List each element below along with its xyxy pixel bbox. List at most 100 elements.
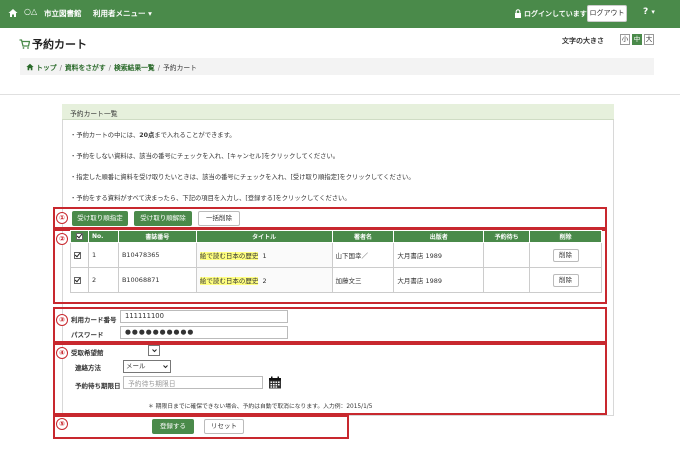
pickup-library-label: 受取希望館: [71, 349, 104, 357]
col-author: 著者名: [331, 230, 395, 243]
row-select-cell: [70, 242, 89, 268]
table-header: No. 書誌番号 タイトル 著者名 出版者 予約待ち 削除: [70, 230, 602, 243]
cart-icon: [19, 39, 30, 49]
row-select-cell: [70, 267, 89, 293]
font-size-medium[interactable]: 中: [632, 34, 642, 45]
divider: [0, 94, 680, 95]
col-title: タイトル: [195, 230, 333, 243]
chevron-down-icon: [163, 365, 168, 369]
register-button[interactable]: 登録する: [152, 419, 194, 434]
row-delete-button[interactable]: 削除: [552, 273, 579, 287]
note-capacity-limit: 20点: [139, 132, 155, 139]
table-row: 2 B10068871 絵で読む日本の歴史 2 加藤文三 大月書店 1989 削…: [70, 267, 602, 293]
note-capacity-post: まで入れることができます。: [154, 132, 236, 139]
row-title[interactable]: 絵で読む日本の歴史 2: [195, 267, 333, 293]
pickup-library-select[interactable]: [148, 345, 160, 356]
user-menu-label: 利用者メニュー: [93, 9, 146, 18]
note-capacity: ・予約カートの中には、20点まで入れることができます。: [70, 130, 236, 139]
select-all-checkbox[interactable]: [75, 233, 83, 240]
logout-button[interactable]: ログアウト: [587, 5, 627, 22]
marker-4: ④: [56, 347, 68, 359]
breadcrumb-current: 予約カート: [163, 64, 197, 72]
breadcrumb-top[interactable]: トップ: [36, 64, 56, 72]
font-size-small[interactable]: 小: [620, 34, 630, 45]
row-bib-id: B10068871: [117, 267, 197, 293]
select-all-header[interactable]: [70, 230, 89, 243]
user-menu-dropdown[interactable]: 利用者メニュー ▾: [93, 8, 152, 19]
chevron-down-icon: ▾: [148, 9, 152, 18]
row-checkbox[interactable]: [74, 276, 81, 284]
card-number-label: 利用カード番号: [71, 316, 117, 324]
row-waiting: [483, 242, 531, 268]
home-icon[interactable]: [26, 63, 34, 71]
note-capacity-pre: ・予約カートの中には、: [70, 132, 140, 139]
col-delete: 削除: [529, 230, 602, 243]
table-row: 1 B10478365 絵で読む日本の歴史 1 山下国幸／ 大月書店 1989 …: [70, 242, 602, 268]
highlight-box-5: [53, 415, 349, 439]
note-register: ・予約をする資料がすべて決まったら、下記の項目を入力し、[登録する]をクリックし…: [70, 195, 351, 202]
col-waiting: 予約待ち: [483, 230, 531, 243]
contact-method-value: メール: [126, 362, 146, 370]
row-publisher: 大月書店 1989: [393, 242, 485, 268]
library-logo: ○△: [24, 7, 38, 16]
row-title-link[interactable]: 絵で読む日本の歴史: [199, 277, 259, 285]
help-icon: ?: [643, 7, 649, 17]
breadcrumb-search[interactable]: 資料をさがす: [65, 64, 106, 72]
note-order: ・指定した順番に資料を受け取りたいときは、該当の番号にチェックを入れ、[受け取り…: [70, 174, 415, 181]
font-size-label: 文字の大きさ: [562, 37, 604, 45]
order-button[interactable]: 受け取り順指定: [72, 211, 128, 226]
col-no: No.: [87, 230, 119, 243]
row-waiting: [483, 267, 531, 293]
marker-5: ⑤: [56, 418, 68, 430]
font-size-large[interactable]: 大: [644, 34, 654, 45]
row-publisher: 大月書店 1989: [393, 267, 485, 293]
row-bib-id: B10478365: [117, 242, 197, 268]
breadcrumb-separator: /: [108, 64, 111, 72]
library-name[interactable]: 市立図書館: [44, 8, 82, 19]
row-author: 加藤文三: [331, 267, 395, 293]
home-icon[interactable]: [8, 8, 18, 18]
lock-icon: [515, 9, 521, 18]
row-title-volume: 1: [262, 252, 267, 260]
row-no: 2: [87, 267, 119, 293]
breadcrumb-separator: /: [59, 64, 62, 72]
help-menu[interactable]: ? ▾: [643, 7, 655, 17]
panel-heading: 予約カート一覧: [62, 104, 614, 120]
col-bib-id: 書誌番号: [117, 230, 197, 243]
page-title: 予約カート: [19, 36, 87, 52]
marker-3: ③: [56, 314, 68, 326]
page-title-text: 予約カート: [32, 38, 87, 51]
password-label: パスワード: [71, 331, 104, 339]
row-title-volume: 2: [262, 277, 267, 285]
deadline-input[interactable]: 予約待ち期限日: [123, 376, 263, 389]
bulk-delete-button[interactable]: 一括削除: [198, 211, 240, 226]
contact-method-select[interactable]: メール: [123, 360, 171, 373]
reset-button[interactable]: リセット: [204, 419, 244, 434]
password-input[interactable]: ●●●●●●●●●●: [120, 326, 288, 339]
login-status: ログインしています: [524, 10, 587, 18]
row-delete-button[interactable]: 削除: [552, 248, 579, 262]
col-publisher: 出版者: [393, 230, 485, 243]
calendar-icon[interactable]: [268, 376, 282, 389]
breadcrumb: トップ / 資料をさがす / 検索結果一覧 / 予約カート: [20, 58, 654, 75]
card-number-input[interactable]: 111111100: [120, 310, 288, 323]
row-checkbox[interactable]: [74, 251, 81, 259]
marker-1: ①: [56, 212, 68, 224]
chevron-down-icon: ▾: [651, 8, 655, 16]
row-delete-cell: 削除: [529, 267, 602, 293]
row-title-link[interactable]: 絵で読む日本の歴史: [199, 252, 259, 260]
deadline-footnote: ＊ 期限日までに確保できない場合、予約は自動で取消になります。入力例：2015/…: [148, 404, 373, 410]
cart-table: No. 書誌番号 タイトル 著者名 出版者 予約待ち 削除 1 B1047836…: [70, 230, 602, 293]
top-navbar: ○△ 市立図書館 利用者メニュー ▾ ログインしています ログアウト ? ▾: [0, 0, 680, 28]
row-title[interactable]: 絵で読む日本の歴史 1: [195, 242, 333, 268]
marker-2: ②: [56, 233, 68, 245]
row-author: 山下国幸／: [331, 242, 395, 268]
chevron-down-icon: [152, 349, 157, 353]
deadline-label: 予約待ち期限日: [75, 382, 121, 390]
order-cancel-button[interactable]: 受け取り順解除: [134, 211, 192, 226]
contact-method-label: 連絡方法: [75, 364, 101, 372]
breadcrumb-separator: /: [157, 64, 161, 72]
row-delete-cell: 削除: [529, 242, 602, 268]
note-cancel: ・予約をしない資料は、該当の番号にチェックを入れ、[キャンセル]をクリックしてく…: [70, 153, 340, 160]
breadcrumb-results[interactable]: 検索結果一覧: [114, 64, 155, 72]
